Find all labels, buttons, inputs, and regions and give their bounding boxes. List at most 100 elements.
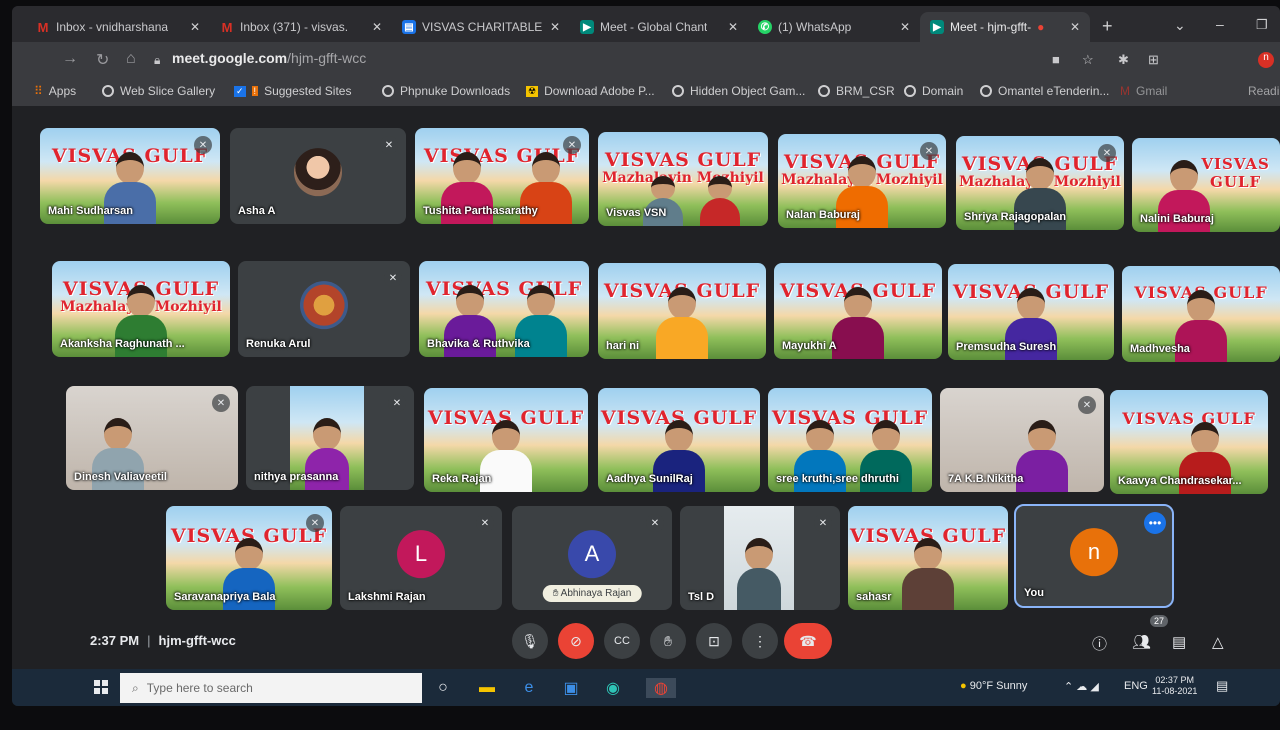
star-icon[interactable]: ☆	[1082, 52, 1094, 68]
activities-icon[interactable]: △	[1212, 633, 1224, 651]
participant-tile[interactable]: VISVAS GULF sahasr	[848, 506, 1008, 610]
participant-tile[interactable]: VISVAS GULF Nalini Baburaj	[1132, 138, 1280, 232]
bookmark-phpnuke[interactable]: Phpnuke Downloads	[382, 84, 510, 98]
bookmark-reading-list[interactable]: Readin	[1248, 84, 1280, 98]
participant-tile[interactable]: VISVAS GULF Mahi Sudharsan ✕	[40, 128, 220, 224]
participant-tile[interactable]: VISVAS GULF Mazhalayin Mozhiyil Nalan Ba…	[778, 134, 946, 228]
participant-tile[interactable]: VISVAS GULF Madhvesha	[1122, 266, 1280, 362]
grid-icon[interactable]: ⊞	[1148, 52, 1159, 68]
raise-hand-icon[interactable]: ✋︎	[650, 623, 686, 659]
participant-tile[interactable]: VISVAS GULF Bhavika & Ruthvika	[419, 261, 589, 357]
chat-icon[interactable]: ▤	[1172, 633, 1186, 651]
bookmark-apps[interactable]: ⠿ Apps	[34, 84, 76, 98]
more-options-icon[interactable]: ⋮	[742, 623, 778, 659]
mic-off-icon: ✕	[563, 136, 581, 154]
language-indicator[interactable]: ENG	[1124, 680, 1148, 692]
tab-title: VISVAS CHARITABLE	[422, 20, 543, 34]
participant-name: Kaavya Chandrasekar...	[1118, 475, 1242, 487]
bookmark-web-slice[interactable]: Web Slice Gallery	[102, 84, 215, 98]
meet-participant-grid: VISVAS GULF Mahi Sudharsan ✕ Asha A ✕ VI…	[12, 106, 1280, 611]
tab-whatsapp[interactable]: ✆ (1) WhatsApp ✕	[748, 12, 920, 42]
bookmark-brm[interactable]: BRM_CSR	[818, 84, 895, 98]
participant-tile[interactable]: Asha A ✕	[230, 128, 406, 224]
participant-tile[interactable]: Dinesh Valiaveetil ✕	[66, 386, 238, 490]
close-icon[interactable]: ✕	[372, 20, 382, 34]
info-icon[interactable]: ⓘ	[1092, 633, 1107, 654]
captions-icon[interactable]: CC	[604, 623, 640, 659]
participant-tile[interactable]: 7A K.B.Nikitha ✕	[940, 388, 1104, 492]
participant-tile[interactable]: VISVAS GULF Kaavya Chandrasekar...	[1110, 390, 1268, 494]
address-toolbar: → ↻ ⌂ 🔒︎ meet.google.com/hjm-gfft-wcc ■ …	[12, 42, 1280, 78]
participant-tile[interactable]: VISVAS GULF Aadhya SunilRaj	[598, 388, 760, 492]
participant-tile[interactable]: VISVAS GULF Mazhalayin Mozhiyil Shriya R…	[956, 136, 1124, 230]
participant-tile[interactable]: Tsl D ✕	[680, 506, 840, 610]
url-path: /hjm-gfft-wcc	[287, 50, 367, 66]
participant-tile[interactable]: VISVAS GULF Mazhalayin Mozhiyil Akanksha…	[52, 261, 230, 357]
url-field[interactable]: meet.google.com/hjm-gfft-wcc	[172, 50, 366, 66]
file-explorer-icon[interactable]: ▬	[476, 678, 498, 698]
gmail-icon: M	[37, 19, 49, 35]
tab-gmail-2[interactable]: M Inbox (371) - visvas. ✕	[210, 12, 392, 42]
bookmark-domain[interactable]: Domain	[904, 84, 963, 98]
hang-up-button[interactable]: ☎︎	[784, 623, 832, 659]
profile-icon[interactable]: n	[1258, 52, 1274, 68]
participant-name: Nalini Baburaj	[1140, 213, 1214, 225]
restore-icon[interactable]: ❐	[1256, 17, 1268, 33]
reload-icon[interactable]: ↻	[96, 50, 109, 70]
bookmark-suggested[interactable]: ✓! Suggested Sites	[234, 84, 351, 98]
bookmark-omantel[interactable]: Omantel eTenderin...	[980, 84, 1109, 98]
present-screen-icon[interactable]: ⊡	[696, 623, 732, 659]
close-icon[interactable]: ✕	[1070, 20, 1080, 34]
notifications-icon[interactable]: ▤	[1216, 678, 1228, 694]
bookmark-adobe[interactable]: ☢ Download Adobe P...	[526, 84, 655, 98]
microphone-icon[interactable]: 🎙︎	[512, 623, 548, 659]
task-view-icon[interactable]: ○	[432, 678, 454, 698]
tab-gmail-1[interactable]: M Inbox - vnidharshana ✕	[26, 12, 210, 42]
chrome-icon[interactable]: ◍	[646, 678, 676, 698]
weather-widget[interactable]: ● 90°F Sunny	[960, 680, 1027, 692]
edge-icon[interactable]: ◉	[602, 678, 624, 698]
taskbar-search-input[interactable]: ⌕ Type here to search	[120, 673, 422, 703]
close-icon[interactable]: ✕	[190, 20, 200, 34]
participant-tile[interactable]: VISVAS GULF Premsudha Suresh	[948, 264, 1114, 360]
participant-tile[interactable]: Renuka Arul ✕	[238, 261, 410, 357]
store-icon[interactable]: ▣	[560, 678, 582, 698]
participant-tile[interactable]: VISVAS GULF Mazhalayin Mozhiyil Visvas V…	[598, 132, 768, 226]
new-tab-icon[interactable]: +	[1102, 16, 1113, 37]
close-icon[interactable]: ✕	[728, 20, 738, 34]
participant-tile[interactable]: VISVAS GULF Tushita Parthasarathy ✕	[415, 128, 589, 224]
windows-start-icon[interactable]	[94, 680, 108, 694]
edge-legacy-icon[interactable]: e	[518, 678, 540, 698]
people-icon[interactable]: 👥︎	[1132, 633, 1151, 651]
participant-tile[interactable]: A ✋︎ Abhinaya Rajan ✕	[512, 506, 672, 610]
participant-tile[interactable]: VISVAS GULF Mayukhi A	[774, 263, 942, 359]
participant-tile[interactable]: VISVAS GULF sree kruthi,sree dhruthi	[768, 388, 932, 492]
close-icon[interactable]: ✕	[900, 20, 910, 34]
browser-window: M Inbox - vnidharshana ✕ M Inbox (371) -…	[12, 6, 1280, 706]
more-options-icon[interactable]: •••	[1144, 512, 1166, 534]
camera-off-icon[interactable]: ⊘	[558, 623, 594, 659]
participant-tile[interactable]: VISVAS GULF Reka Rajan	[424, 388, 588, 492]
camera-icon[interactable]: ■	[1052, 52, 1060, 67]
home-icon[interactable]: ⌂	[126, 50, 136, 68]
close-icon[interactable]: ✕	[550, 20, 560, 34]
globe-icon	[818, 85, 830, 97]
bookmark-hidden-object[interactable]: Hidden Object Gam...	[672, 84, 805, 98]
tray-icons[interactable]: ⌃ ☁ ◢	[1064, 680, 1099, 693]
bookmark-gmail[interactable]: M Gmail	[1120, 84, 1167, 98]
url-domain: meet.google.com	[172, 50, 288, 66]
participant-tile[interactable]: nithya prasanna ✕	[246, 386, 414, 490]
participant-tile[interactable]: L Lakshmi Rajan ✕	[340, 506, 502, 610]
participant-tile[interactable]: VISVAS GULF Saravanapriya Bala ✕	[166, 506, 332, 610]
participant-tile[interactable]: VISVAS GULF hari ni	[598, 263, 766, 359]
participant-video	[830, 287, 886, 359]
taskbar-clock[interactable]: 02:37 PM 11-08-2021	[1152, 675, 1197, 697]
tab-forms[interactable]: ▤ VISVAS CHARITABLE ✕	[392, 12, 570, 42]
tab-meet-current[interactable]: ▶ Meet - hjm-gfft- ● ✕	[920, 12, 1090, 42]
self-view-tile[interactable]: n You •••	[1014, 504, 1174, 608]
back-icon[interactable]: →	[62, 50, 78, 68]
tab-meet-global[interactable]: ▶ Meet - Global Chant ✕	[570, 12, 748, 42]
minimize-icon[interactable]: –	[1216, 16, 1224, 32]
chevron-down-icon[interactable]: ⌄	[1174, 17, 1186, 34]
extensions-icon[interactable]: ✱	[1118, 52, 1129, 68]
